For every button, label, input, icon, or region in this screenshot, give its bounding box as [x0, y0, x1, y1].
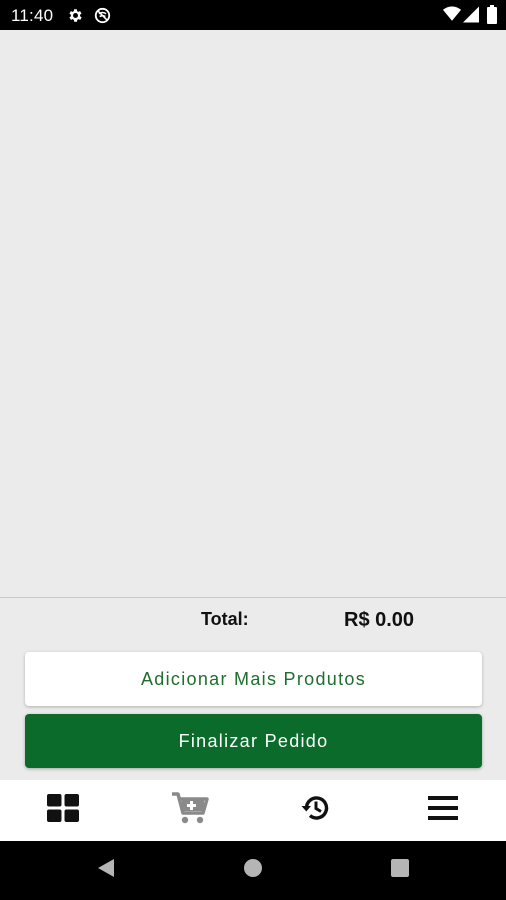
cart-items-area [0, 30, 506, 597]
cart-add-icon [171, 791, 209, 830]
nav-item-catalog[interactable] [0, 780, 127, 841]
home-icon [243, 858, 263, 883]
system-home-button[interactable] [233, 841, 273, 900]
recents-icon [391, 859, 409, 882]
bottom-navigation [0, 780, 506, 841]
total-value: R$ 0.00 [344, 609, 415, 631]
signal-icon [463, 6, 479, 28]
nav-item-history[interactable] [253, 780, 380, 841]
status-bar: 11:40 [0, 0, 506, 30]
do-not-disturb-icon [94, 7, 111, 29]
system-navigation-bar [0, 841, 506, 900]
app-screen: 11:40 Total: R$ 0.00 Adicionar Mais Prod… [0, 0, 506, 900]
nav-item-menu[interactable] [380, 780, 506, 841]
add-more-products-button[interactable]: Adicionar Mais Produtos [25, 652, 482, 706]
nav-item-cart[interactable] [127, 780, 254, 841]
status-time: 11:40 [11, 6, 54, 25]
back-icon [97, 858, 115, 883]
gear-icon [67, 7, 84, 29]
total-label: Total: [201, 609, 249, 629]
battery-icon [487, 5, 497, 29]
menu-icon [427, 795, 458, 826]
finish-order-button[interactable]: Finalizar Pedido [25, 714, 482, 768]
divider [0, 597, 506, 598]
system-back-button[interactable] [86, 841, 126, 900]
system-recents-button[interactable] [380, 841, 420, 900]
wifi-icon [443, 6, 461, 27]
history-icon [301, 793, 331, 828]
grid-icon [47, 794, 80, 827]
